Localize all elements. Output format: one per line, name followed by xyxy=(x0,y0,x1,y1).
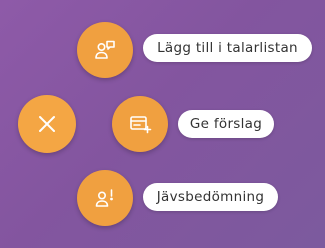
give-proposal-label[interactable]: Ge förslag xyxy=(178,110,274,138)
add-to-speaker-list-button[interactable] xyxy=(77,22,133,78)
person-alert-icon xyxy=(93,186,117,210)
conflict-of-interest-label[interactable]: Jävsbedömning xyxy=(143,183,278,211)
close-icon xyxy=(37,114,57,134)
close-speed-dial-button[interactable] xyxy=(18,95,76,153)
proposal-add-icon xyxy=(128,112,152,136)
conflict-of-interest-button[interactable] xyxy=(77,170,133,226)
person-speech-icon xyxy=(93,38,117,62)
give-proposal-button[interactable] xyxy=(112,96,168,152)
add-to-speaker-list-label[interactable]: Lägg till i talarlistan xyxy=(143,34,312,62)
